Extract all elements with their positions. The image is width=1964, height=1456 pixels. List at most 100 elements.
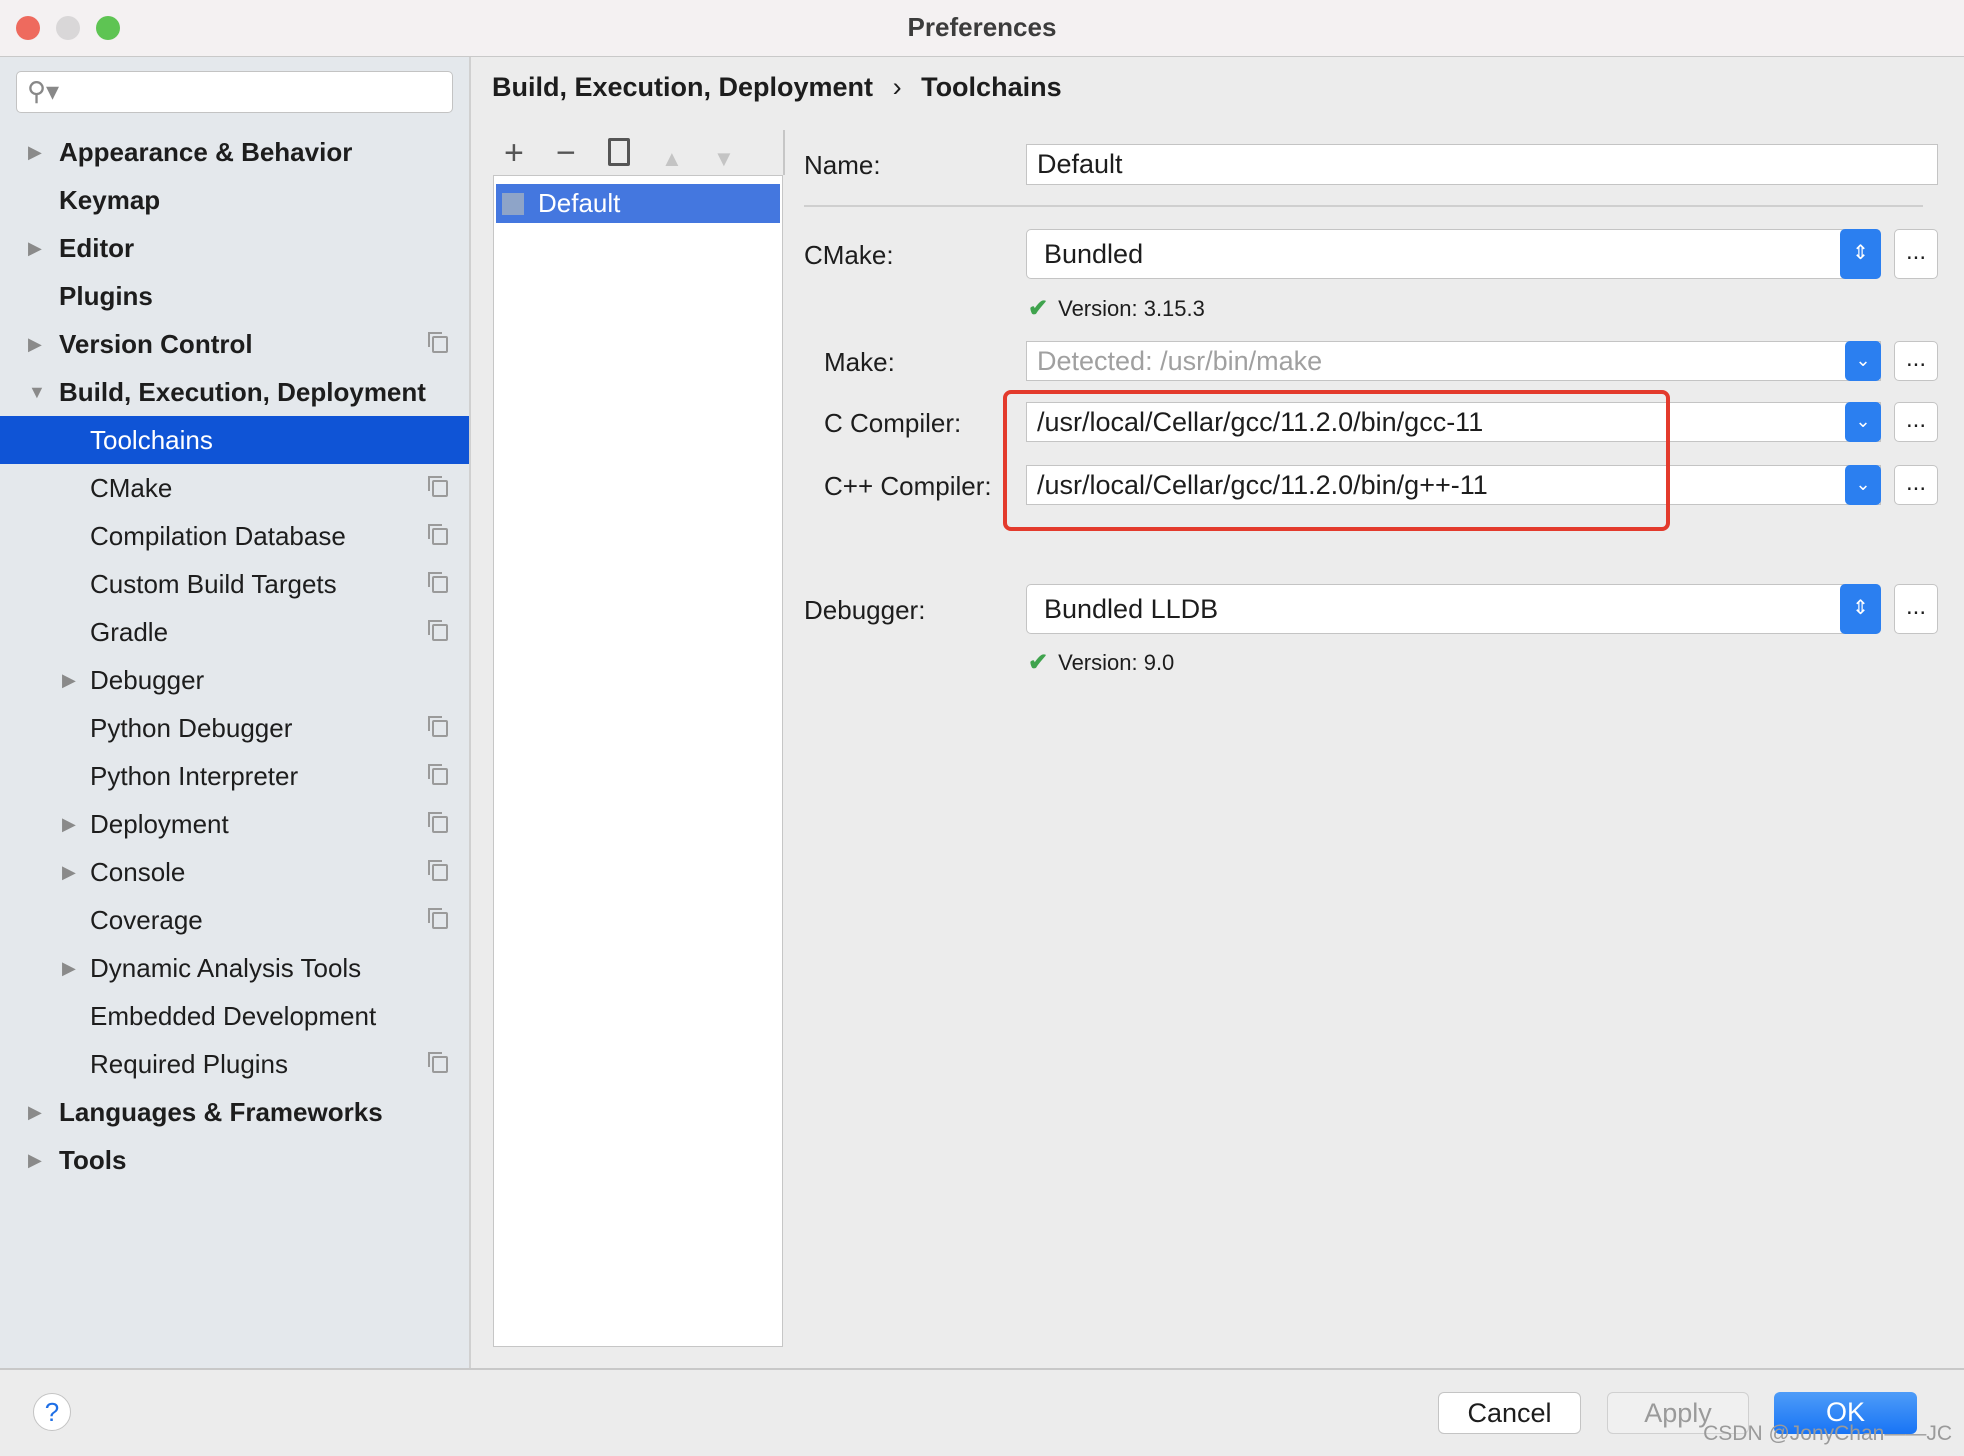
name-field[interactable]: Default: [1026, 144, 1938, 185]
divider: [783, 130, 785, 175]
project-scope-icon: [428, 1052, 448, 1073]
sidebar-item[interactable]: Python Debugger: [0, 704, 469, 752]
make-label: Make:: [824, 347, 895, 377]
sidebar-item[interactable]: Embedded Development: [0, 992, 469, 1040]
add-button[interactable]: +: [504, 136, 524, 170]
c-compiler-browse-button[interactable]: ...: [1894, 402, 1938, 442]
updown-chevron-icon[interactable]: ⇕: [1840, 229, 1881, 279]
sidebar-item[interactable]: Gradle: [0, 608, 469, 656]
breadcrumb: Build, Execution, Deployment › Toolchain…: [492, 72, 1062, 103]
breadcrumb-parent[interactable]: Build, Execution, Deployment: [492, 72, 873, 102]
chevron-down-icon[interactable]: ⌄: [1845, 465, 1881, 505]
separator: [804, 205, 1923, 207]
sidebar-item-label: Gradle: [90, 617, 169, 647]
sidebar-item-label: Plugins: [59, 281, 153, 311]
copy-button[interactable]: [608, 138, 630, 166]
chevron-down-icon[interactable]: ⌄: [1845, 402, 1881, 442]
collapsed-arrow-icon[interactable]: ▶: [28, 1088, 42, 1136]
move-up-button[interactable]: ▲: [661, 142, 683, 176]
sidebar-item-label: Dynamic Analysis Tools: [90, 953, 362, 983]
sidebar-item[interactable]: Required Plugins: [0, 1040, 469, 1088]
sidebar-item-label: Deployment: [90, 809, 229, 839]
move-down-button[interactable]: ▼: [713, 142, 735, 176]
sidebar-item[interactable]: ▶ Languages & Frameworks: [0, 1088, 469, 1136]
check-icon: ✔: [1028, 649, 1049, 676]
remove-button[interactable]: −: [556, 136, 576, 170]
project-scope-icon: [428, 620, 448, 641]
sidebar-item[interactable]: ▶ Tools: [0, 1136, 469, 1184]
sidebar-item-label: Keymap: [59, 185, 161, 215]
collapsed-arrow-icon[interactable]: ▶: [62, 656, 76, 704]
collapsed-arrow-icon[interactable]: ▶: [28, 224, 42, 272]
breadcrumb-current: Toolchains: [921, 72, 1062, 102]
collapsed-arrow-icon[interactable]: ▶: [62, 800, 76, 848]
project-scope-icon: [428, 476, 448, 497]
project-scope-icon: [428, 572, 448, 593]
project-scope-icon: [428, 332, 448, 353]
chevron-down-icon[interactable]: ⌄: [1845, 341, 1881, 381]
collapsed-arrow-icon[interactable]: ▶: [62, 944, 76, 992]
cancel-button[interactable]: Cancel: [1438, 1392, 1581, 1434]
debugger-browse-button[interactable]: ...: [1894, 584, 1938, 634]
sidebar-item-label: Toolchains: [90, 425, 213, 455]
sidebar-item-label: Debugger: [90, 665, 205, 695]
sidebar-item[interactable]: ▼ Build, Execution, Deployment: [0, 368, 469, 416]
sidebar-item-label: Compilation Database: [90, 521, 346, 551]
sidebar-item[interactable]: ▶ Dynamic Analysis Tools: [0, 944, 469, 992]
toolchain-item-default[interactable]: Default: [496, 184, 780, 223]
sidebar-item[interactable]: ▶ Editor: [0, 224, 469, 272]
sidebar-item-label: Required Plugins: [90, 1049, 289, 1079]
highlight-box: [1003, 390, 1670, 531]
toolchains-list: Default: [493, 175, 783, 1347]
sidebar-item[interactable]: CMake: [0, 464, 469, 512]
sidebar-item[interactable]: ▶ Console: [0, 848, 469, 896]
collapsed-arrow-icon[interactable]: ▶: [28, 1136, 42, 1184]
title-bar: Preferences: [0, 0, 1964, 57]
sidebar-item[interactable]: ▶ Debugger: [0, 656, 469, 704]
make-field[interactable]: Detected: /usr/bin/make: [1026, 341, 1881, 381]
sidebar-item[interactable]: Custom Build Targets: [0, 560, 469, 608]
sidebar-item[interactable]: Toolchains: [0, 416, 469, 464]
cpp-compiler-label: C++ Compiler:: [824, 471, 992, 501]
sidebar-item[interactable]: Python Interpreter: [0, 752, 469, 800]
project-scope-icon: [428, 860, 448, 881]
window-title: Preferences: [907, 12, 1057, 42]
check-icon: ✔: [1028, 295, 1049, 322]
search-input[interactable]: ⚲▾: [16, 71, 453, 113]
sidebar-item-label: CMake: [90, 473, 173, 503]
sidebar-item-label: Custom Build Targets: [90, 569, 337, 599]
sidebar-item-label: Embedded Development: [90, 1001, 377, 1031]
sidebar-item-label: Coverage: [90, 905, 203, 935]
cmake-browse-button[interactable]: ...: [1894, 229, 1938, 279]
sidebar-item[interactable]: Plugins: [0, 272, 469, 320]
help-button[interactable]: ?: [33, 1393, 71, 1431]
collapsed-arrow-icon[interactable]: ▶: [28, 320, 42, 368]
sidebar-item-label: Appearance & Behavior: [59, 137, 353, 167]
sidebar-item-label: Python Debugger: [90, 713, 293, 743]
sidebar-item[interactable]: ▶ Appearance & Behavior: [0, 128, 469, 176]
breadcrumb-separator: ›: [892, 72, 902, 102]
watermark: CSDN @JonyChan——JC: [1703, 1422, 1952, 1445]
cpp-compiler-browse-button[interactable]: ...: [1894, 465, 1938, 505]
sidebar-item[interactable]: Keymap: [0, 176, 469, 224]
make-browse-button[interactable]: ...: [1894, 341, 1938, 381]
cmake-select[interactable]: Bundled: [1026, 229, 1881, 279]
updown-chevron-icon[interactable]: ⇕: [1840, 584, 1881, 634]
sidebar-item[interactable]: Coverage: [0, 896, 469, 944]
project-scope-icon: [428, 764, 448, 785]
debugger-select[interactable]: Bundled LLDB: [1026, 584, 1881, 634]
collapsed-arrow-icon[interactable]: ▶: [62, 848, 76, 896]
expanded-arrow-icon[interactable]: ▼: [28, 368, 46, 416]
sidebar-item[interactable]: ▶ Deployment: [0, 800, 469, 848]
sidebar-item-label: Build, Execution, Deployment: [59, 377, 426, 407]
collapsed-arrow-icon[interactable]: ▶: [28, 128, 42, 176]
sidebar-item[interactable]: Compilation Database: [0, 512, 469, 560]
cmake-label: CMake:: [804, 240, 894, 270]
sidebar-item-label: Languages & Frameworks: [59, 1097, 383, 1127]
sidebar-item-label: Version Control: [59, 329, 253, 359]
sidebar-item-label: Python Interpreter: [90, 761, 299, 791]
project-scope-icon: [428, 524, 448, 545]
project-scope-icon: [428, 908, 448, 929]
sidebar-item[interactable]: ▶ Version Control: [0, 320, 469, 368]
cmake-version: ✔ Version: 3.15.3: [1028, 295, 1205, 322]
